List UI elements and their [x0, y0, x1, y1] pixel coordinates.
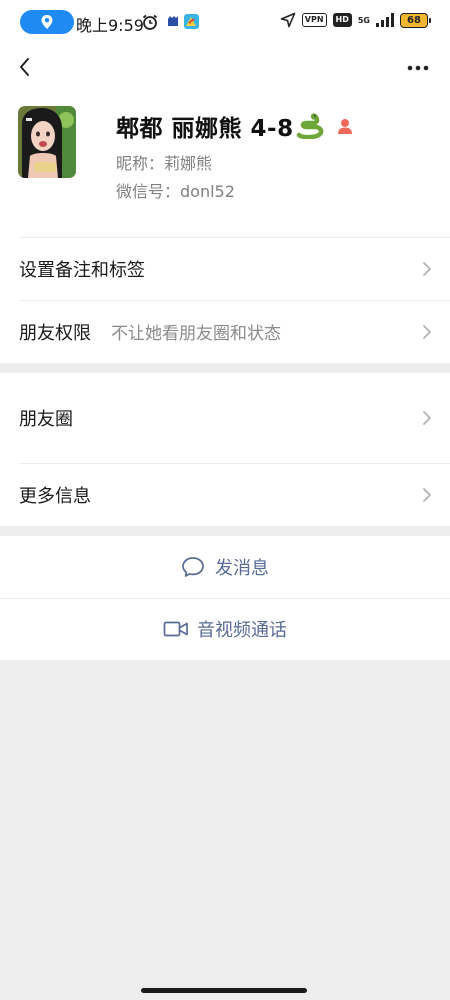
battery-indicator: 68 [400, 12, 431, 28]
divider [19, 300, 450, 301]
profile-header: 郫都 丽娜熊 4-8 昵称：莉娜熊 微信号：donl52 [0, 92, 450, 237]
friend-permission-row[interactable]: 朋友权限 不让她看朋友圈和状态 [0, 300, 450, 363]
back-button[interactable] [14, 52, 44, 82]
snake-emoji-icon [296, 113, 324, 139]
status-bar: 晚上9:59 VPN HD 5G 68 [0, 0, 450, 44]
remark-tag-row[interactable]: 设置备注和标签 [0, 237, 450, 300]
chevron-right-icon [423, 411, 431, 425]
location-pill[interactable] [20, 10, 74, 34]
video-call-label: 音视频通话 [197, 620, 287, 641]
settings-group: 设置备注和标签 朋友权限 不让她看朋友圈和状态 [0, 237, 450, 363]
location-pin-icon [41, 15, 53, 29]
map-app-icon [184, 14, 199, 29]
section-gap [0, 526, 450, 536]
status-time: 晚上9:59 [76, 16, 144, 35]
navigation-arrow-icon [280, 12, 296, 28]
divider [19, 237, 450, 238]
nav-bar [0, 44, 450, 92]
chevron-right-icon [423, 324, 431, 339]
more-info-label: 更多信息 [19, 485, 91, 507]
profile-name: 郫都 丽娜熊 4-8 [116, 116, 294, 142]
video-camera-icon [163, 621, 188, 637]
avatar[interactable] [18, 106, 76, 178]
more-info-row[interactable]: 更多信息 [0, 463, 450, 526]
hd-badge: HD [332, 13, 352, 27]
video-call-button[interactable]: 音视频通话 [0, 598, 450, 660]
status-right: VPN HD 5G 68 [280, 12, 431, 28]
moments-label: 朋友圈 [19, 409, 73, 430]
actions-group: 发消息 音视频通话 [0, 536, 450, 660]
remark-tag-label: 设置备注和标签 [19, 259, 145, 281]
notification-app-icon [168, 16, 178, 26]
wechat-id: 微信号：donl52 [116, 182, 235, 201]
female-contact-icon [337, 119, 352, 134]
chevron-right-icon [423, 261, 431, 276]
moments-group: 朋友圈 更多信息 [0, 373, 450, 526]
alarm-icon [142, 14, 158, 30]
chevron-left-icon [20, 58, 29, 76]
top-area: 晚上9:59 VPN HD 5G 68 郫都 丽娜熊 4-8 昵称：莉娜熊 微信… [0, 0, 450, 363]
avatar-illustration [18, 106, 76, 178]
home-indicator[interactable] [141, 988, 307, 993]
friend-permission-value: 不让她看朋友圈和状态 [111, 324, 281, 344]
section-gap [0, 363, 450, 373]
friend-permission-label: 朋友权限 [19, 322, 91, 344]
signal-icon [376, 13, 394, 27]
divider [0, 598, 450, 599]
moments-row[interactable]: 朋友圈 [0, 373, 450, 463]
more-button[interactable] [404, 56, 434, 80]
name-row: 郫都 丽娜熊 4-8 [116, 109, 354, 143]
chat-bubble-icon [182, 557, 204, 577]
send-message-button[interactable]: 发消息 [0, 536, 450, 598]
send-message-label: 发消息 [215, 558, 269, 579]
network-type: 5G [357, 15, 370, 25]
nickname: 昵称：莉娜熊 [116, 154, 213, 173]
more-dots-icon [407, 65, 429, 71]
chevron-right-icon [423, 487, 431, 502]
vpn-badge: VPN [301, 13, 327, 27]
battery-level: 68 [407, 14, 421, 26]
divider [19, 463, 450, 464]
